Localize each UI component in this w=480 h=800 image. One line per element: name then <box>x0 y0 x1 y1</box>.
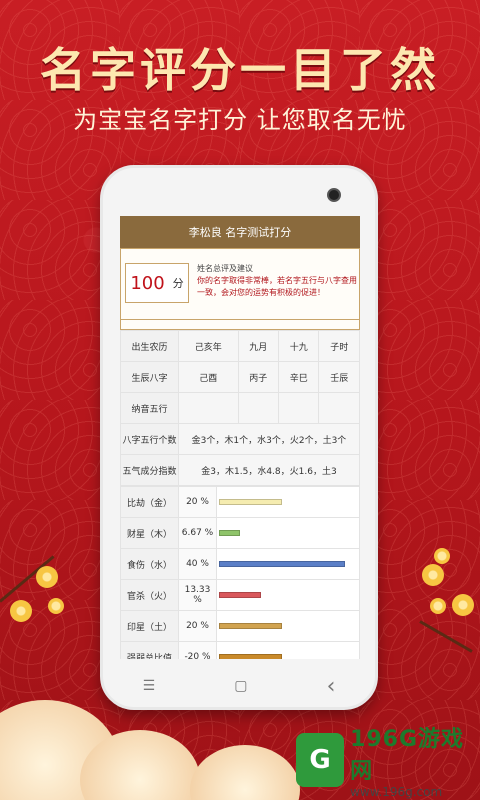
ratio-row: 食伤（水） 40 % <box>120 548 360 580</box>
ratio-bar-cell <box>216 548 360 580</box>
watermark-icon: G <box>296 733 345 787</box>
watermark-url: www.196g.com <box>350 785 443 799</box>
table-cell: 金3，木1.5，水4.8，火1.6，土3 <box>178 454 360 486</box>
score-unit: 分 <box>172 277 184 290</box>
ratio-bar-cell <box>216 517 360 549</box>
ratio-bar <box>219 499 282 505</box>
system-nav-bar <box>120 619 360 649</box>
banner-subline: 为宝宝名字打分 让您取名无忧 <box>73 106 407 134</box>
ratio-percent: 40 % <box>178 548 217 580</box>
table-cell: 九月 <box>237 330 280 362</box>
back-icon[interactable]: ‹ <box>327 674 336 699</box>
score-frame: 100 分 <box>125 263 189 303</box>
ratio-label: 财星（木） <box>120 517 179 549</box>
ratio-bar <box>219 530 240 536</box>
table-cell: 十九 <box>278 330 320 362</box>
summary-text: 你的名字取得非常棒，若名字五行与八字查用一致，会对您的运势有积极的促进！ <box>197 276 357 297</box>
table-cell: 子时 <box>318 330 360 362</box>
row-label: 五气成分指数 <box>120 454 179 486</box>
watermark-logo: G 196G游戏网 www.196g.com <box>296 727 472 799</box>
score-box: 100 分 姓名总评及建议 你的名字取得非常棒，若名字五行与八字查用一致，会对您… <box>120 248 360 330</box>
table-cell: 辛巳 <box>278 361 320 393</box>
score-value: 100 <box>130 272 165 294</box>
table-row: 五气成分指数 金3，木1.5，水4.8，火1.6，土3 <box>120 454 360 486</box>
ratio-bar <box>219 654 282 659</box>
table-row: 纳音五行 <box>120 392 360 424</box>
ratio-bar <box>219 561 345 567</box>
table-cell <box>278 392 320 424</box>
table-row: 出生农历 己亥年 九月 十九 子时 <box>120 330 360 362</box>
ratio-label: 比劫（金） <box>120 486 179 518</box>
row-label: 生辰八字 <box>120 361 179 393</box>
table-cell: 己亥年 <box>178 330 239 362</box>
summary-title: 姓名总评及建议 <box>197 264 253 273</box>
watermark-name: 196G游戏网 <box>350 727 465 784</box>
ratio-row: 官杀（火） 13.33 % <box>120 579 360 611</box>
ratio-bar <box>219 592 261 598</box>
app-title: 李松良 名字测试打分 <box>120 216 360 248</box>
table-cell: 丙子 <box>237 361 280 393</box>
ratio-label: 食伤（水） <box>120 548 179 580</box>
phone-nav-bar: ☰ ▢ ‹ <box>103 671 375 701</box>
ratio-bar-cell <box>216 486 360 518</box>
camera-icon <box>327 188 341 202</box>
table-row: 八字五行个数 金3个，木1个，水3个，火2个，土3个 <box>120 423 360 455</box>
banner-headline: 名字评分一目了然 <box>40 43 440 97</box>
table-cell: 金3个，木1个，水3个，火2个，土3个 <box>178 423 360 455</box>
menu-icon[interactable]: ☰ <box>143 678 156 694</box>
table-cell <box>318 392 360 424</box>
ratio-bar-cell <box>216 579 360 611</box>
phone-frame: 李松良 名字测试打分 100 分 姓名总评及建议 你的名字取得非常棒，若名字五行… <box>100 165 378 710</box>
row-label: 出生农历 <box>120 330 179 362</box>
ratio-percent: 13.33 % <box>178 579 217 611</box>
score-divider <box>121 319 359 329</box>
home-icon[interactable]: ▢ <box>234 678 247 694</box>
row-label: 纳音五行 <box>120 392 179 424</box>
ratio-label: 官杀（火） <box>120 579 179 611</box>
analysis-table: 出生农历 己亥年 九月 十九 子时 生辰八字 己酉 丙子 辛巳 壬辰 纳音五行 <box>120 330 360 486</box>
table-row: 生辰八字 己酉 丙子 辛巳 壬辰 <box>120 361 360 393</box>
table-cell <box>237 392 280 424</box>
ratio-row: 比劫（金） 20 % <box>120 486 360 518</box>
table-cell: 壬辰 <box>318 361 360 393</box>
table-cell: 己酉 <box>178 361 239 393</box>
app-screen: 李松良 名字测试打分 100 分 姓名总评及建议 你的名字取得非常棒，若名字五行… <box>120 216 360 659</box>
table-cell <box>178 392 239 424</box>
ratio-percent: 20 % <box>178 486 217 518</box>
ratio-percent: 6.67 % <box>178 517 217 549</box>
ratio-row: 财星（木） 6.67 % <box>120 517 360 549</box>
row-label: 八字五行个数 <box>120 423 179 455</box>
